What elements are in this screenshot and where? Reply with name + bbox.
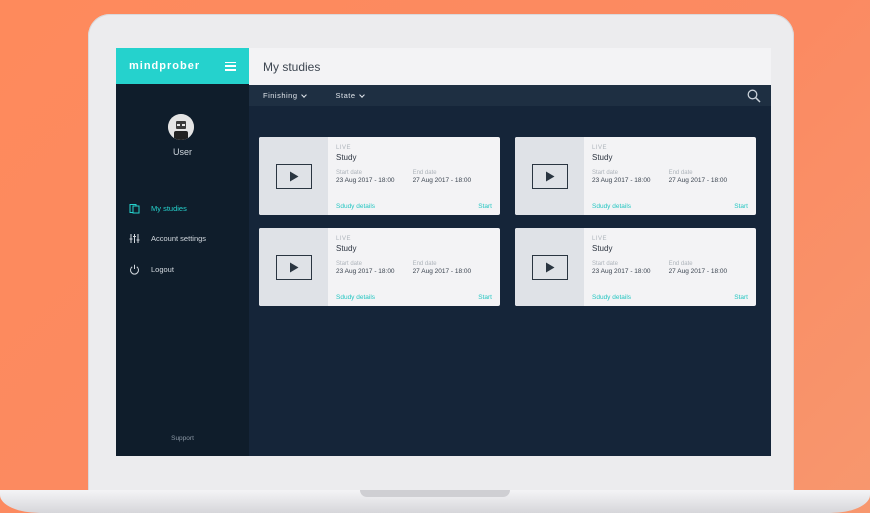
document-icon: [129, 203, 140, 214]
start-date-value: 23 Aug 2017 - 18:00: [592, 268, 651, 275]
study-card: LIVE Study Start date 23 Aug 2017 - 18:0…: [515, 137, 756, 215]
play-icon: [545, 171, 554, 181]
status-badge: LIVE: [336, 236, 352, 242]
start-date-block: Start date 23 Aug 2017 - 18:00: [336, 261, 395, 275]
card-footer: Sdudy details Start: [336, 294, 492, 301]
chevron-down-icon: [358, 91, 365, 98]
play-button[interactable]: [531, 254, 568, 280]
study-details-link[interactable]: Sdudy details: [336, 294, 375, 301]
end-date-label: End date: [668, 261, 693, 267]
sidebar-item-my-studies[interactable]: My studies: [129, 203, 187, 214]
start-button[interactable]: Start: [734, 203, 748, 210]
date-row: Start date 23 Aug 2017 - 18:00 End date …: [336, 261, 492, 275]
card-body: LIVE Study Start date 23 Aug 2017 - 18:0…: [584, 137, 756, 215]
end-date-block: End date 27 Aug 2017 - 18:00: [669, 261, 728, 275]
start-date-label: Start date: [336, 261, 363, 267]
start-date-label: Start date: [336, 170, 363, 176]
start-button[interactable]: Start: [478, 203, 492, 210]
study-card: LIVE Study Start date 23 Aug 2017 - 18:0…: [259, 228, 500, 306]
end-date-value: 27 Aug 2017 - 18:00: [668, 177, 728, 184]
end-date-value: 27 Aug 2017 - 18:00: [412, 177, 472, 184]
card-footer: Sdudy details Start: [336, 203, 492, 210]
status-badge: LIVE: [592, 145, 608, 151]
play-icon: [545, 262, 554, 272]
study-title: Study: [592, 153, 613, 162]
study-details-link[interactable]: Sdudy details: [336, 203, 375, 210]
study-thumbnail: [515, 228, 584, 306]
start-date-block: Start date 23 Aug 2017 - 18:00: [592, 170, 651, 184]
sidebar: mindprober User My studies Account setti…: [116, 48, 249, 456]
start-button[interactable]: Start: [478, 294, 492, 301]
sidebar-item-account-settings[interactable]: Account settings: [129, 233, 206, 244]
start-date-block: Start date 23 Aug 2017 - 18:00: [592, 261, 651, 275]
card-body: LIVE Study Start date 23 Aug 2017 - 18:0…: [584, 228, 756, 306]
filter-finishing-dropdown[interactable]: Finishing: [263, 91, 307, 100]
date-row: Start date 23 Aug 2017 - 18:00 End date …: [592, 170, 748, 184]
card-body: LIVE Study Start date 23 Aug 2017 - 18:0…: [328, 137, 500, 215]
study-thumbnail: [515, 137, 584, 215]
main-content: My studies Finishing State LIVE Study St…: [249, 48, 771, 456]
play-icon: [289, 262, 298, 272]
card-footer: Sdudy details Start: [592, 203, 748, 210]
username: User: [172, 147, 192, 157]
chevron-down-icon: [300, 91, 307, 98]
page-title: My studies: [263, 59, 321, 74]
start-date-block: Start date 23 Aug 2017 - 18:00: [336, 170, 395, 184]
end-date-label: End date: [668, 170, 693, 176]
sidebar-item-logout[interactable]: Logout: [129, 264, 174, 275]
end-date-block: End date 27 Aug 2017 - 18:00: [669, 170, 728, 184]
study-title: Study: [336, 244, 357, 253]
play-button[interactable]: [275, 163, 312, 189]
avatar[interactable]: [168, 114, 194, 140]
end-date-value: 27 Aug 2017 - 18:00: [412, 268, 472, 275]
filter-label: State: [335, 91, 356, 100]
play-button[interactable]: [275, 254, 312, 280]
study-card: LIVE Study Start date 23 Aug 2017 - 18:0…: [259, 137, 500, 215]
date-row: Start date 23 Aug 2017 - 18:00 End date …: [592, 261, 748, 275]
sidebar-item-label: Account settings: [151, 234, 207, 243]
end-date-label: End date: [412, 261, 437, 267]
power-icon: [129, 264, 140, 275]
play-icon: [289, 171, 298, 181]
start-button[interactable]: Start: [734, 294, 748, 301]
filter-label: Finishing: [263, 91, 298, 100]
study-details-link[interactable]: Sdudy details: [592, 294, 631, 301]
user-avatar-icon: [168, 114, 194, 140]
study-details-link[interactable]: Sdudy details: [592, 203, 631, 210]
search-icon[interactable]: [747, 89, 761, 103]
support-link[interactable]: Support: [116, 435, 249, 442]
status-badge: LIVE: [336, 145, 352, 151]
study-thumbnail: [259, 228, 328, 306]
start-date-label: Start date: [592, 261, 619, 267]
title-bar: My studies: [249, 48, 771, 85]
card-footer: Sdudy details Start: [592, 294, 748, 301]
start-date-label: Start date: [592, 170, 619, 176]
status-badge: LIVE: [592, 236, 608, 242]
filter-bar: Finishing State: [249, 85, 771, 106]
study-thumbnail: [259, 137, 328, 215]
study-card: LIVE Study Start date 23 Aug 2017 - 18:0…: [515, 228, 756, 306]
filter-state-dropdown[interactable]: State: [335, 91, 365, 100]
sidebar-item-label: My studies: [151, 204, 187, 213]
start-date-value: 23 Aug 2017 - 18:00: [592, 177, 651, 184]
end-date-block: End date 27 Aug 2017 - 18:00: [413, 170, 472, 184]
card-body: LIVE Study Start date 23 Aug 2017 - 18:0…: [328, 228, 500, 306]
app-screen: mindprober User My studies Account setti…: [116, 48, 771, 456]
start-date-value: 23 Aug 2017 - 18:00: [336, 177, 395, 184]
brand-logo: mindprober: [129, 60, 201, 72]
laptop-notch: [360, 490, 510, 497]
hamburger-menu-icon[interactable]: [225, 61, 236, 71]
start-date-value: 23 Aug 2017 - 18:00: [336, 268, 395, 275]
end-date-block: End date 27 Aug 2017 - 18:00: [413, 261, 472, 275]
date-row: Start date 23 Aug 2017 - 18:00 End date …: [336, 170, 492, 184]
end-date-value: 27 Aug 2017 - 18:00: [668, 268, 728, 275]
study-title: Study: [592, 244, 613, 253]
study-title: Study: [336, 153, 357, 162]
brand-bar: mindprober: [116, 48, 249, 84]
end-date-label: End date: [412, 170, 437, 176]
sliders-icon: [129, 233, 140, 244]
sidebar-item-label: Logout: [151, 265, 174, 274]
play-button[interactable]: [531, 163, 568, 189]
